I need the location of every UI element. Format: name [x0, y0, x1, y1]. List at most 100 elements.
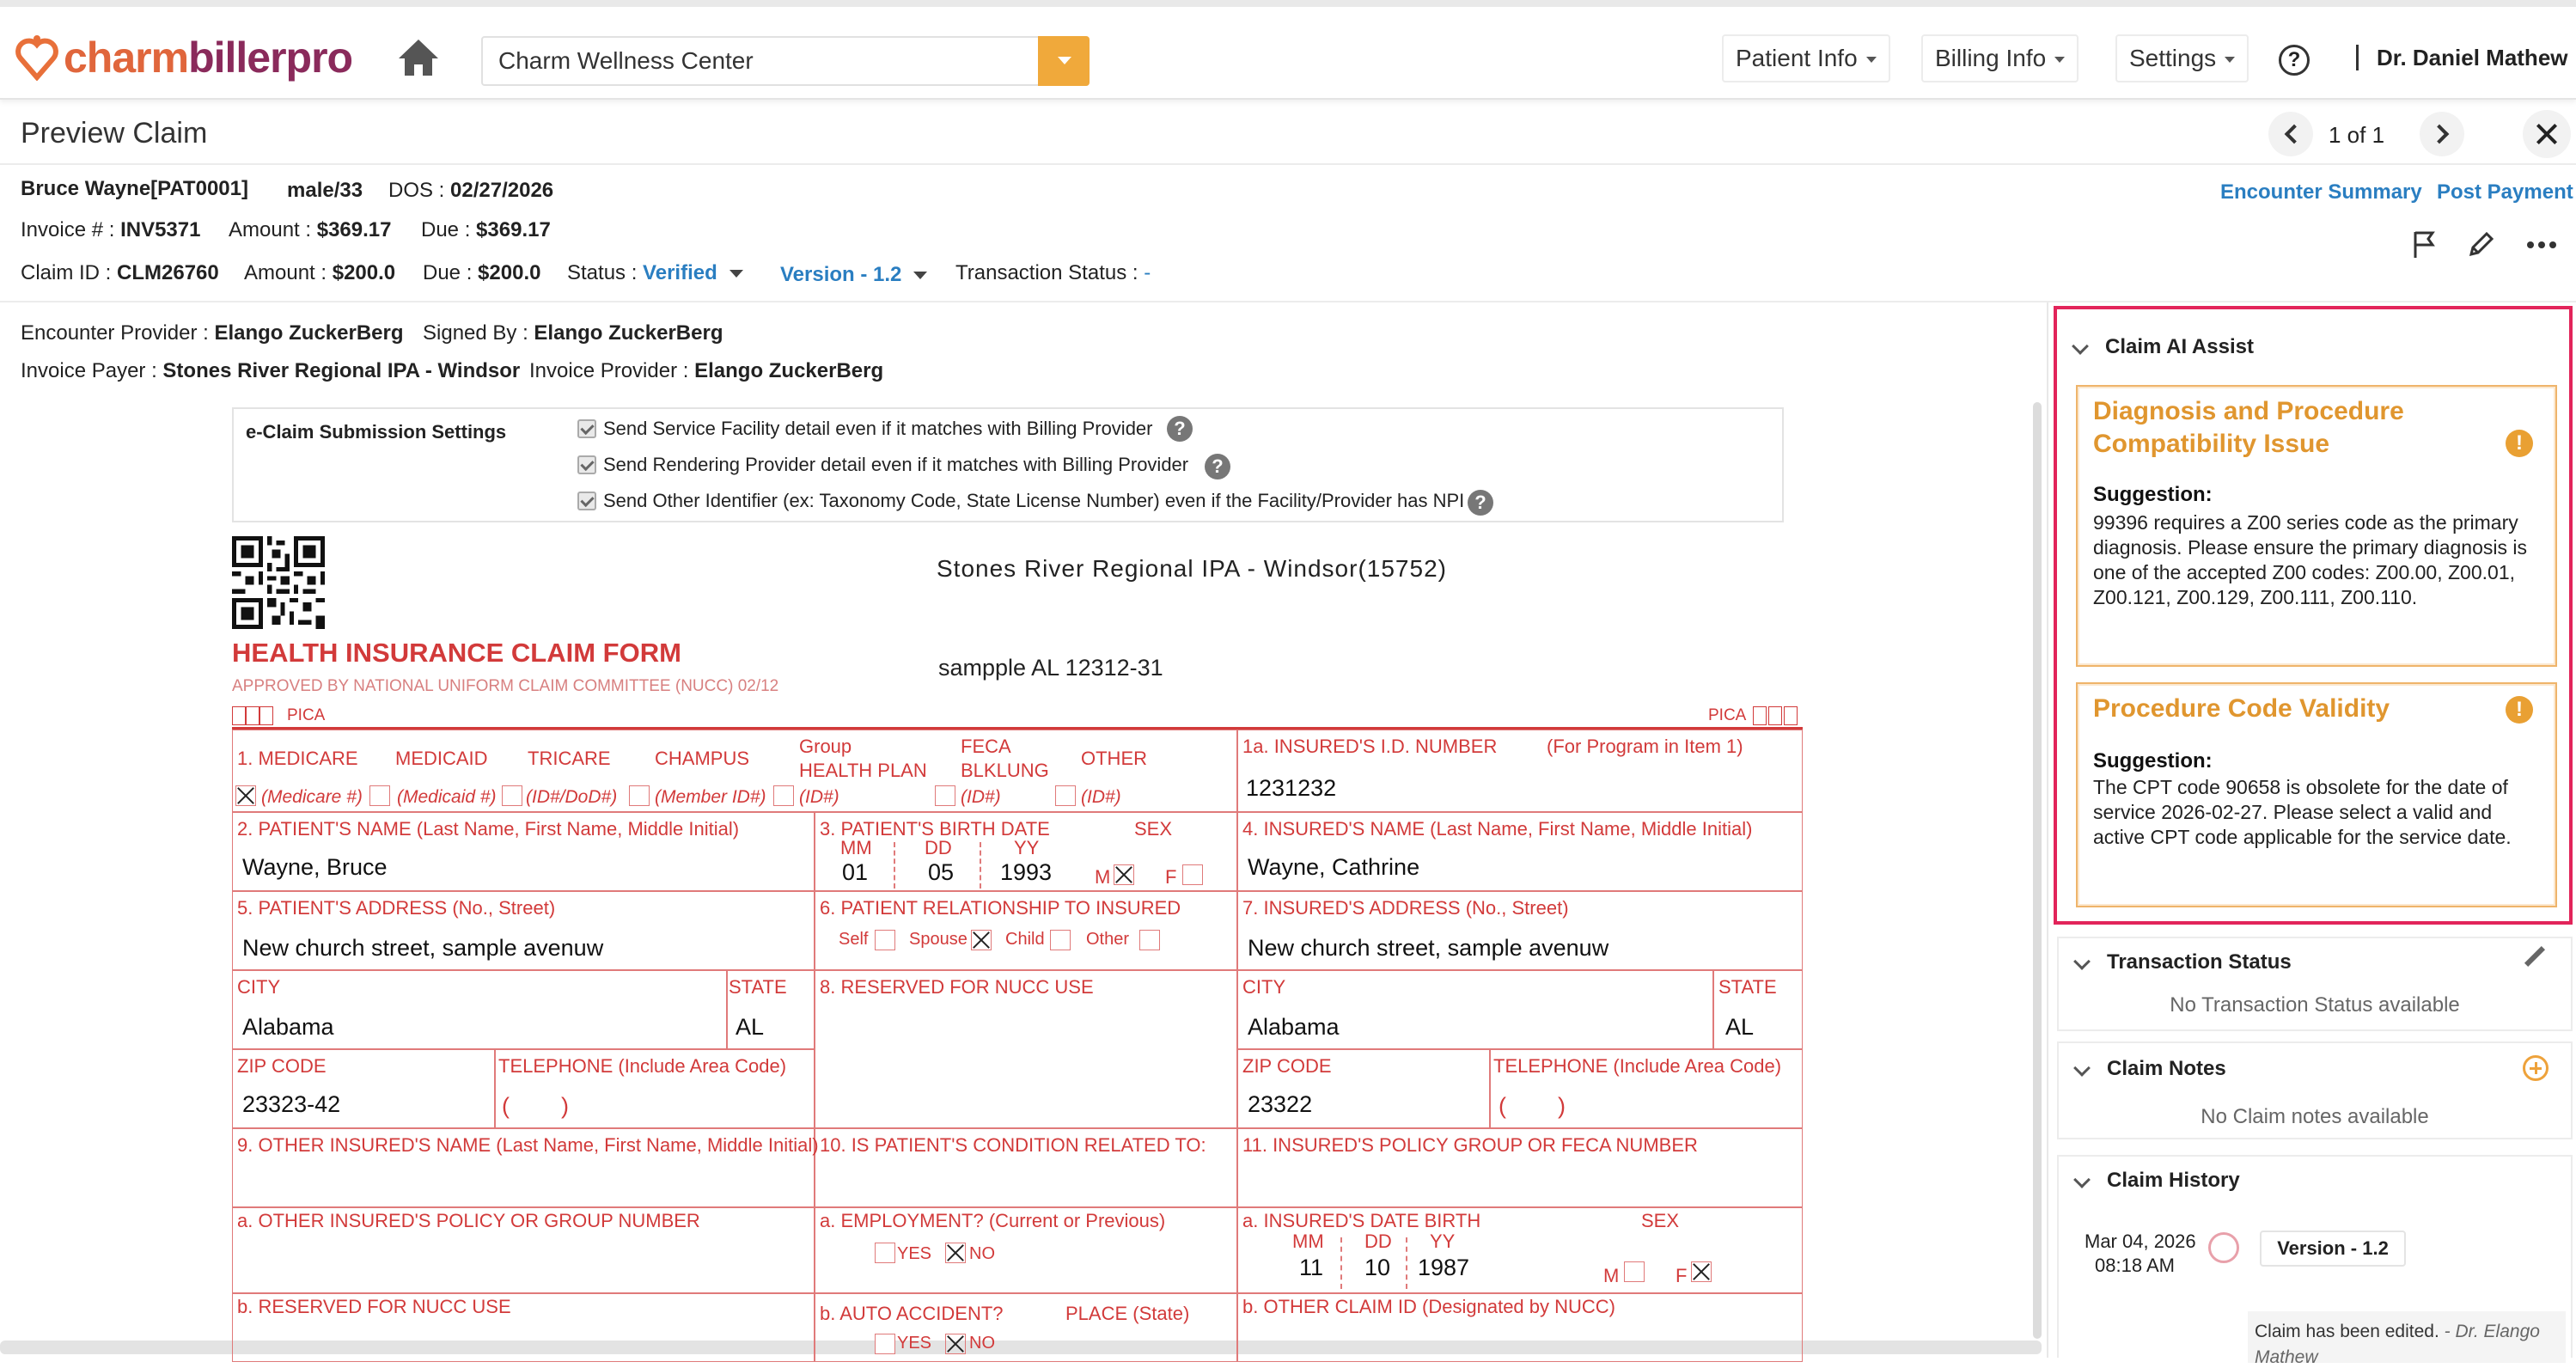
label-m: M	[1095, 866, 1111, 888]
checkbox-insured-sex-m[interactable]	[1624, 1261, 1645, 1282]
divider	[1406, 1237, 1407, 1289]
app-logo[interactable]: charmbillerpro	[64, 33, 353, 82]
checkbox-feca[interactable]	[935, 785, 955, 806]
label-f: F	[1165, 866, 1177, 888]
history-version-button[interactable]: Version - 1.2	[2260, 1231, 2406, 1267]
more-options-icon[interactable]	[2526, 241, 2557, 249]
nav-billing-info[interactable]: Billing Info	[1921, 34, 2079, 82]
checkbox-other[interactable]	[1055, 785, 1076, 806]
checkbox-medicare-checked[interactable]	[235, 785, 256, 806]
version-select[interactable]: Version - 1.2	[780, 263, 928, 287]
facility-dropdown-icon[interactable]	[1038, 36, 1090, 86]
birth-yy-value[interactable]: 1993	[1000, 859, 1052, 886]
edit-icon[interactable]	[2468, 230, 2495, 258]
flag-icon[interactable]	[2411, 230, 2437, 260]
invoice-number: Invoice # : INV5371	[21, 218, 201, 241]
insured-dob-yy[interactable]: 1987	[1418, 1255, 1469, 1281]
label-other-policy: a. OTHER INSURED'S POLICY OR GROUP NUMBE…	[237, 1210, 700, 1231]
claim-history-title: Claim History	[2107, 1169, 2240, 1192]
label-no: NO	[969, 1334, 995, 1353]
checkbox-champus[interactable]	[629, 785, 650, 806]
help-icon[interactable]: ?	[2279, 45, 2310, 76]
chevron-down-icon	[1865, 57, 1877, 64]
claim-status[interactable]: Status : Verified	[567, 261, 743, 285]
checkbox-rendering-provider[interactable]	[577, 455, 596, 474]
checkbox-auto-yes[interactable]	[875, 1334, 895, 1354]
chevron-down-icon[interactable]	[2073, 953, 2091, 970]
label-policy-group: 11. INSURED'S POLICY GROUP OR FECA NUMBE…	[1242, 1134, 1698, 1156]
help-icon[interactable]: ?	[1468, 490, 1493, 516]
patient-address-value[interactable]: New church street, sample avenuw	[242, 935, 603, 962]
label-other: OTHER	[1081, 748, 1147, 769]
user-name[interactable]: Dr. Daniel Mathew	[2377, 45, 2568, 71]
facility-select[interactable]: Charm Wellness Center	[481, 36, 1090, 86]
history-author: - Dr. Elango	[2444, 1322, 2540, 1341]
checkbox-other-rel[interactable]	[1139, 930, 1160, 950]
vertical-scrollbar[interactable]	[2033, 402, 2042, 1339]
pica-box	[1784, 706, 1798, 725]
home-icon[interactable]	[397, 38, 440, 77]
invoice-amount: Amount : $369.17	[229, 218, 392, 241]
label-insured-telephone: TELEPHONE (Include Area Code)	[1493, 1055, 1782, 1077]
insured-dob-dd[interactable]: 10	[1364, 1255, 1390, 1281]
pica-box	[1768, 706, 1782, 725]
chevron-down-icon[interactable]	[2073, 1171, 2091, 1188]
prev-page-button[interactable]	[2268, 112, 2313, 156]
insured-zip-value[interactable]: 23322	[1248, 1091, 1312, 1118]
label-other-claim-id: b. OTHER CLAIM ID (Designated by NUCC)	[1242, 1296, 1615, 1317]
chevron-down-icon[interactable]	[2073, 1060, 2091, 1077]
checkbox-service-facility[interactable]	[577, 419, 596, 438]
checkbox-employment-yes[interactable]	[875, 1243, 895, 1263]
nav-settings[interactable]: Settings	[2115, 34, 2249, 82]
insured-id-value[interactable]: 1231232	[1246, 775, 1336, 802]
birth-mm-value[interactable]: 01	[842, 859, 868, 886]
history-date: Mar 04, 2026	[2085, 1231, 2196, 1252]
checkbox-group[interactable]	[773, 785, 794, 806]
next-page-button[interactable]	[2420, 112, 2464, 156]
label-group-id: (ID#)	[799, 787, 839, 807]
checkbox-insured-sex-f-checked[interactable]	[1691, 1261, 1712, 1282]
checkbox-child[interactable]	[1050, 930, 1071, 950]
invoice-payer: Invoice Payer : Stones River Regional IP…	[21, 359, 521, 382]
insured-state-value[interactable]: AL	[1725, 1014, 1754, 1041]
checkbox-tricare[interactable]	[502, 785, 522, 806]
pica-box	[1753, 706, 1767, 725]
checkbox-self[interactable]	[875, 930, 895, 950]
label-champus: CHAMPUS	[655, 748, 750, 769]
insured-dob-mm[interactable]: 11	[1299, 1255, 1323, 1281]
checkbox-medicaid[interactable]	[369, 785, 390, 806]
patient-city-value[interactable]: Alabama	[242, 1014, 334, 1041]
insured-name-value[interactable]: Wayne, Cathrine	[1248, 854, 1419, 881]
checkbox-employment-no-checked[interactable]	[945, 1243, 966, 1263]
patient-telephone-value[interactable]: ( )	[502, 1093, 569, 1120]
close-button[interactable]	[2523, 110, 2571, 158]
checkbox-spouse-checked[interactable]	[971, 930, 992, 950]
invoice-due: Due : $369.17	[421, 218, 551, 241]
checkbox-sex-f[interactable]	[1182, 864, 1203, 885]
label-insured-name: 4. INSURED'S NAME (Last Name, First Name…	[1242, 818, 1753, 840]
history-entry: Claim has been edited. - Dr. Elango Math…	[2248, 1311, 2566, 1367]
patient-name-value[interactable]: Wayne, Bruce	[242, 854, 388, 881]
patient-name: Bruce Wayne[PAT0001]	[21, 177, 248, 200]
label-medicaid: MEDICAID	[395, 748, 488, 769]
divider	[980, 842, 981, 889]
checkbox-sex-m-checked[interactable]	[1114, 864, 1134, 885]
patient-state-value[interactable]: AL	[736, 1014, 764, 1041]
insured-city-value[interactable]: Alabama	[1248, 1014, 1340, 1041]
qr-code-icon	[232, 536, 325, 629]
label-mm: MM	[1292, 1231, 1324, 1252]
help-icon[interactable]: ?	[1205, 454, 1230, 479]
post-payment-link[interactable]: Post Payment	[2437, 180, 2573, 205]
add-note-icon[interactable]	[2523, 1055, 2549, 1081]
checkbox-auto-no-checked[interactable]	[945, 1334, 966, 1354]
birth-dd-value[interactable]: 05	[928, 859, 954, 886]
help-icon[interactable]: ?	[1167, 416, 1193, 442]
insured-telephone-value[interactable]: ( )	[1499, 1093, 1566, 1120]
patient-zip-value[interactable]: 23323-42	[242, 1091, 340, 1118]
insured-address-value[interactable]: New church street, sample avenuw	[1248, 935, 1608, 962]
label-auto-accident: b. AUTO ACCIDENT?	[820, 1303, 1004, 1324]
nav-patient-info[interactable]: Patient Info	[1722, 34, 1890, 82]
label-self: Self	[839, 930, 869, 949]
encounter-summary-link[interactable]: Encounter Summary	[2220, 180, 2422, 205]
checkbox-other-identifier[interactable]	[577, 492, 596, 510]
